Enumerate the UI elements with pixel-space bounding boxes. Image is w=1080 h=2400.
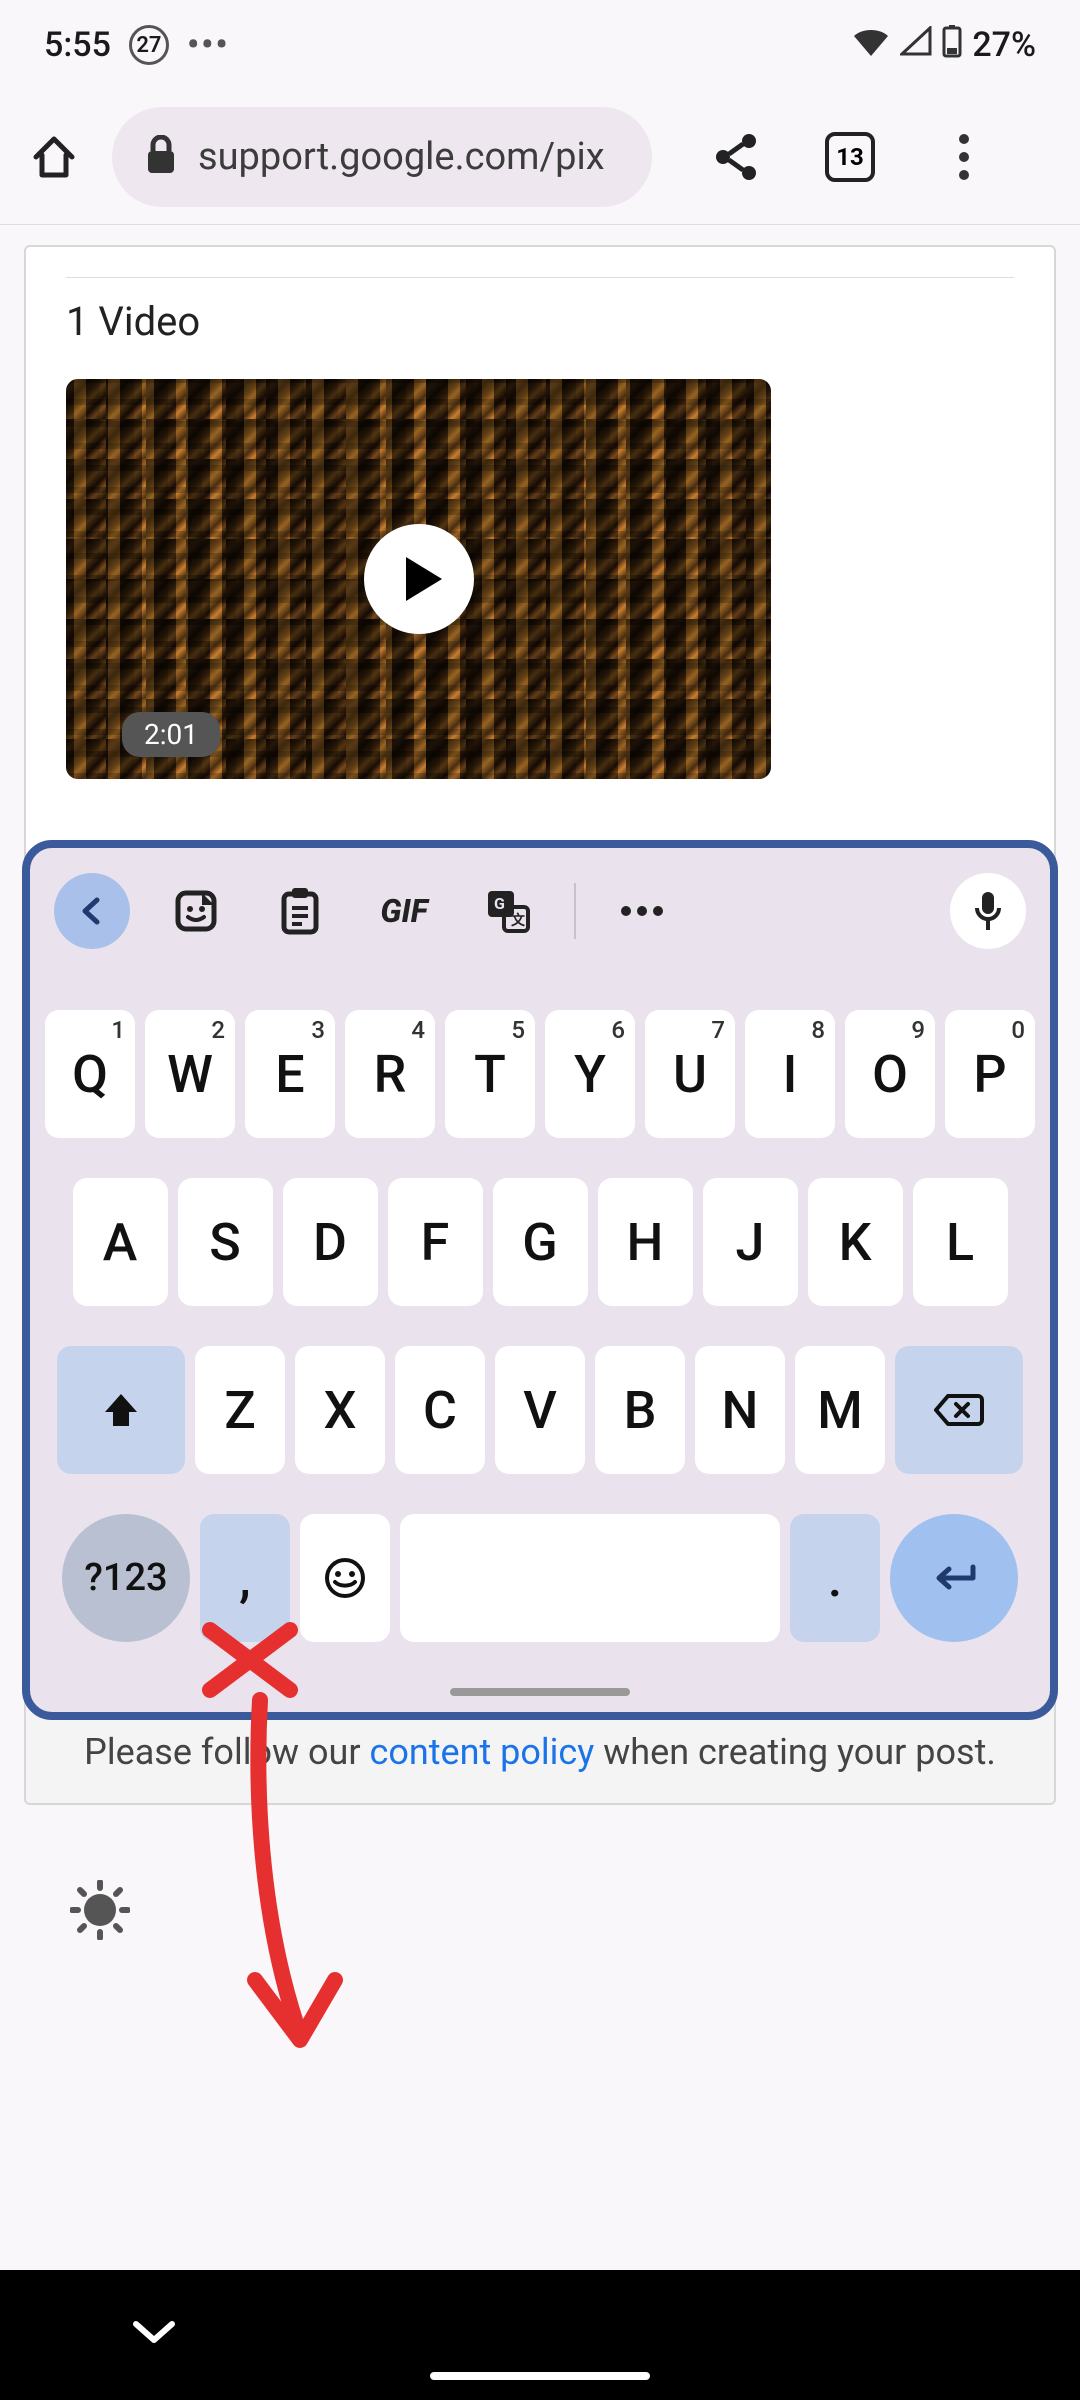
clipboard-button[interactable] (262, 873, 338, 949)
key-w[interactable]: W2 (145, 1010, 235, 1138)
menu-button[interactable] (934, 127, 994, 187)
emoji-key[interactable] (300, 1514, 390, 1642)
play-button[interactable] (364, 524, 474, 634)
system-nav-bar (0, 2270, 1080, 2400)
keyboard-collapse-button[interactable] (54, 873, 130, 949)
content-policy-link[interactable]: content policy (369, 1731, 594, 1773)
shift-key[interactable] (57, 1346, 185, 1474)
key-r[interactable]: R4 (345, 1010, 435, 1138)
video-section-title: 1 Video (66, 277, 1014, 379)
key-u[interactable]: U7 (645, 1010, 735, 1138)
browser-toolbar: support.google.com/pix 13 (0, 90, 1080, 225)
key-j[interactable]: J (703, 1178, 798, 1306)
policy-text-suffix: when creating your post. (594, 1731, 996, 1773)
play-icon (406, 557, 442, 601)
policy-text-prefix: Please follow our (84, 1731, 369, 1773)
comma-key[interactable]: , (200, 1514, 290, 1642)
video-thumbnail[interactable]: 2:01 (66, 379, 771, 779)
toolbar-separator (574, 883, 576, 939)
lock-icon (144, 135, 178, 179)
key-o[interactable]: O9 (845, 1010, 935, 1138)
notification-badge: 27 (129, 25, 169, 65)
sticker-button[interactable] (158, 873, 234, 949)
gesture-pill[interactable] (430, 2372, 650, 2380)
dark-mode-toggle[interactable] (70, 1880, 130, 1940)
key-row-2: ASDFGHJKL (44, 1178, 1036, 1306)
status-right: 27% (852, 24, 1036, 67)
enter-key[interactable] (890, 1514, 1018, 1642)
backspace-key[interactable] (895, 1346, 1023, 1474)
video-duration: 2:01 (122, 712, 220, 757)
space-key[interactable] (400, 1514, 780, 1642)
share-button[interactable] (706, 127, 766, 187)
key-i[interactable]: I8 (745, 1010, 835, 1138)
tab-count: 13 (836, 143, 864, 171)
key-v[interactable]: V (495, 1346, 585, 1474)
voice-input-button[interactable] (950, 873, 1026, 949)
key-b[interactable]: B (595, 1346, 685, 1474)
key-y[interactable]: Y6 (545, 1010, 635, 1138)
gif-button[interactable]: GIF (366, 873, 442, 949)
key-m[interactable]: M (795, 1346, 885, 1474)
battery-icon (942, 24, 962, 67)
keyboard-more-button[interactable] (604, 873, 680, 949)
status-left: 5:55 27 ••• (44, 25, 230, 65)
key-h[interactable]: H (598, 1178, 693, 1306)
key-l[interactable]: L (913, 1178, 1008, 1306)
key-p[interactable]: P0 (945, 1010, 1035, 1138)
key-q[interactable]: Q1 (45, 1010, 135, 1138)
keyboard-dismiss-button[interactable] (130, 2318, 178, 2352)
key-row-4: ?123 , . (44, 1514, 1036, 1642)
key-g[interactable]: G (493, 1178, 588, 1306)
translate-button[interactable]: G文 (470, 873, 546, 949)
key-a[interactable]: A (73, 1178, 168, 1306)
svg-text:G: G (494, 894, 505, 913)
on-screen-keyboard: GIF G文 Q1W2E3R4T5Y6U7I8O9P0 ASDFGHJKL ZX… (22, 840, 1058, 1720)
key-d[interactable]: D (283, 1178, 378, 1306)
key-x[interactable]: X (295, 1346, 385, 1474)
keyboard-toolbar: GIF G文 (44, 866, 1036, 956)
url-text: support.google.com/pix (198, 135, 605, 179)
key-row-3: ZXCVBNM (44, 1346, 1036, 1474)
clock: 5:55 (44, 25, 111, 65)
tabs-button[interactable]: 13 (820, 127, 880, 187)
key-s[interactable]: S (178, 1178, 273, 1306)
home-button[interactable] (24, 127, 84, 187)
notification-overflow-icon: ••• (187, 25, 230, 65)
key-c[interactable]: C (395, 1346, 485, 1474)
battery-percent: 27% (972, 25, 1036, 65)
wifi-icon (852, 25, 890, 65)
keyboard-drag-handle[interactable] (450, 1688, 630, 1696)
key-e[interactable]: E3 (245, 1010, 335, 1138)
key-f[interactable]: F (388, 1178, 483, 1306)
key-t[interactable]: T5 (445, 1010, 535, 1138)
status-bar: 5:55 27 ••• 27% (0, 0, 1080, 90)
overflow-icon (959, 134, 969, 180)
key-n[interactable]: N (695, 1346, 785, 1474)
key-k[interactable]: K (808, 1178, 903, 1306)
key-z[interactable]: Z (195, 1346, 285, 1474)
period-key[interactable]: . (790, 1514, 880, 1642)
svg-text:文: 文 (511, 912, 526, 929)
key-row-1: Q1W2E3R4T5Y6U7I8O9P0 (44, 1010, 1036, 1138)
url-bar[interactable]: support.google.com/pix (112, 107, 652, 207)
cell-signal-icon (900, 25, 932, 65)
symbols-key[interactable]: ?123 (62, 1514, 190, 1642)
